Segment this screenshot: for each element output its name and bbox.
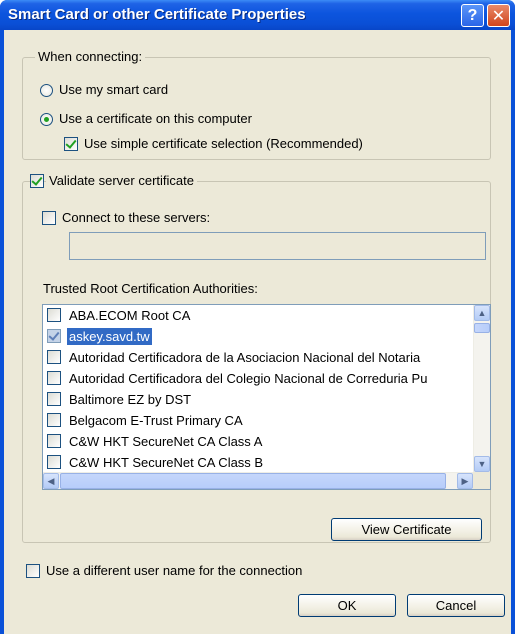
authority-name: ABA.ECOM Root CA bbox=[69, 308, 191, 323]
use-smart-card-radio[interactable] bbox=[40, 84, 53, 97]
scroll-corner bbox=[473, 472, 490, 489]
authority-checkbox[interactable] bbox=[47, 371, 61, 385]
connecting-legend: When connecting: bbox=[35, 49, 146, 64]
authority-row[interactable]: Belgacom E-Trust Primary CA bbox=[43, 410, 473, 431]
authority-checkbox[interactable] bbox=[47, 413, 61, 427]
chevron-left-icon: ◀ bbox=[47, 475, 55, 486]
authority-name: Autoridad Certificadora de la Asociacion… bbox=[69, 350, 421, 365]
vertical-scrollbar[interactable]: ▲ ▼ bbox=[473, 305, 490, 472]
use-smart-card-label[interactable]: Use my smart card bbox=[59, 82, 168, 97]
use-certificate-label[interactable]: Use a certificate on this computer bbox=[59, 111, 252, 126]
authority-row[interactable]: C&W HKT SecureNet CA Class A bbox=[43, 431, 473, 452]
connect-servers-checkbox[interactable] bbox=[42, 211, 56, 225]
authority-row[interactable]: Autoridad Certificadora de la Asociacion… bbox=[43, 347, 473, 368]
scroll-right-button[interactable]: ▶ bbox=[457, 473, 473, 489]
authority-name: C&W HKT SecureNet CA Class A bbox=[69, 434, 263, 449]
close-button[interactable]: ✕ bbox=[487, 4, 510, 27]
trusted-authorities-list[interactable]: ABA.ECOM Root CA askey.savd.tw Autoridad C… bbox=[42, 304, 491, 490]
chevron-down-icon: ▼ bbox=[477, 459, 487, 469]
chevron-up-icon: ▲ bbox=[477, 308, 487, 318]
authority-name: Autoridad Certificadora del Colegio Naci… bbox=[69, 371, 428, 386]
scroll-up-button[interactable]: ▲ bbox=[474, 305, 490, 321]
authority-row[interactable]: ABA.ECOM Root CA bbox=[43, 305, 473, 326]
authority-checkbox[interactable] bbox=[47, 350, 61, 364]
authority-checkbox[interactable] bbox=[47, 308, 61, 322]
trusted-authorities-label: Trusted Root Certification Authorities: bbox=[43, 281, 258, 296]
dialog-client: When connecting: Use my smart card Use a… bbox=[4, 30, 511, 634]
servers-input[interactable] bbox=[69, 232, 486, 260]
chevron-right-icon: ▶ bbox=[461, 475, 469, 486]
use-certificate-radio[interactable] bbox=[40, 113, 53, 126]
horizontal-scroll-thumb[interactable] bbox=[60, 473, 446, 489]
authority-checkbox[interactable] bbox=[47, 392, 61, 406]
cancel-button[interactable]: Cancel bbox=[407, 594, 505, 617]
validate-server-checkbox[interactable] bbox=[30, 174, 44, 188]
different-user-checkbox[interactable] bbox=[26, 564, 40, 578]
vertical-scroll-thumb[interactable] bbox=[474, 323, 490, 333]
view-certificate-button[interactable]: View Certificate bbox=[331, 518, 482, 541]
authority-name: Baltimore EZ by DST bbox=[69, 392, 192, 407]
title-bar[interactable]: Smart Card or other Certificate Properti… bbox=[0, 0, 515, 30]
window-title: Smart Card or other Certificate Properti… bbox=[8, 6, 306, 23]
simple-selection-checkbox[interactable] bbox=[64, 137, 78, 151]
authority-name: C&W HKT SecureNet CA Class B bbox=[69, 455, 264, 470]
scroll-down-button[interactable]: ▼ bbox=[474, 456, 490, 472]
authority-row[interactable]: C&W HKT SecureNet CA Class B bbox=[43, 452, 473, 473]
scroll-left-button[interactable]: ◀ bbox=[43, 473, 59, 489]
authority-checkbox[interactable] bbox=[47, 455, 61, 469]
horizontal-scrollbar[interactable]: ◀ ▶ bbox=[43, 472, 473, 489]
close-icon: ✕ bbox=[491, 7, 506, 25]
help-button[interactable]: ? bbox=[461, 4, 484, 27]
help-icon: ? bbox=[467, 6, 478, 24]
authority-name: Belgacom E-Trust Primary CA bbox=[69, 413, 243, 428]
authority-row[interactable]: askey.savd.tw bbox=[43, 326, 473, 347]
ok-button[interactable]: OK bbox=[298, 594, 396, 617]
authority-row[interactable]: Baltimore EZ by DST bbox=[43, 389, 473, 410]
validate-server-label[interactable]: Validate server certificate bbox=[46, 173, 197, 188]
authority-checkbox[interactable] bbox=[47, 434, 61, 448]
authority-row[interactable]: Autoridad Certificadora del Colegio Naci… bbox=[43, 368, 473, 389]
dialog-window: Smart Card or other Certificate Properti… bbox=[0, 0, 515, 634]
simple-selection-label[interactable]: Use simple certificate selection (Recomm… bbox=[84, 136, 363, 151]
connect-servers-label[interactable]: Connect to these servers: bbox=[62, 210, 210, 225]
authority-name: askey.savd.tw bbox=[67, 328, 152, 345]
different-user-label[interactable]: Use a different user name for the connec… bbox=[46, 563, 302, 578]
authority-checkbox[interactable] bbox=[47, 329, 61, 343]
